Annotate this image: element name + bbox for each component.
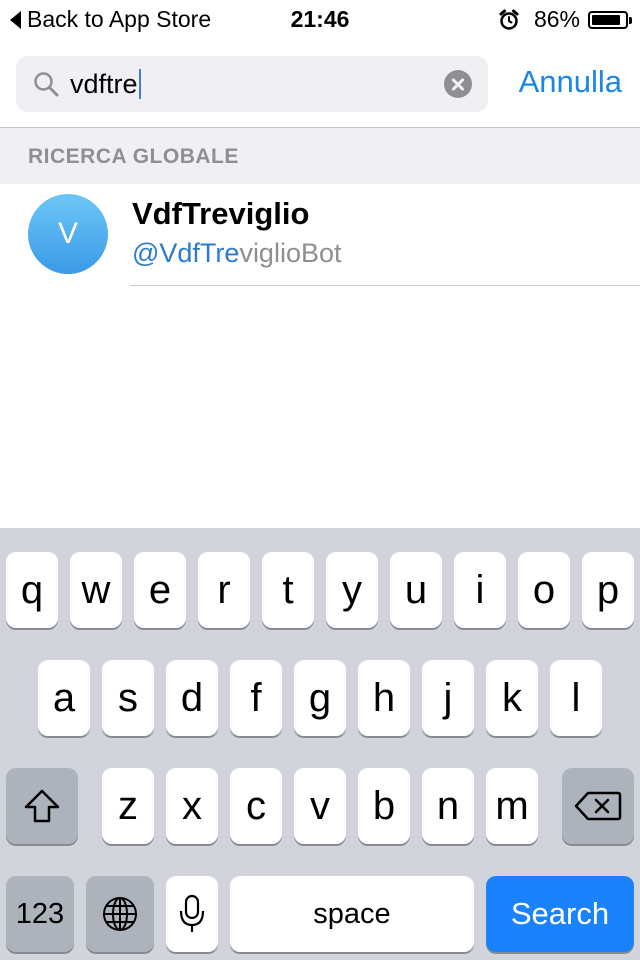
row-separator <box>130 285 640 286</box>
key-x[interactable]: x <box>166 768 218 844</box>
search-icon <box>32 70 60 103</box>
keyboard: q w e r t y u i o p a s d f g h j k l z … <box>0 528 640 960</box>
key-k[interactable]: k <box>486 660 538 736</box>
search-input[interactable]: vdftre <box>16 56 488 112</box>
globe-icon <box>103 897 137 931</box>
shift-key[interactable] <box>6 768 78 844</box>
search-result-row[interactable]: V VdfTreviglio @VdfTreviglioBot <box>0 184 640 286</box>
clear-search-icon[interactable] <box>444 70 472 98</box>
key-q[interactable]: q <box>6 552 58 628</box>
battery-fill <box>592 14 620 25</box>
backspace-key[interactable] <box>562 768 634 844</box>
key-m[interactable]: m <box>486 768 538 844</box>
key-z[interactable]: z <box>102 768 154 844</box>
key-e[interactable]: e <box>134 552 186 628</box>
key-p[interactable]: p <box>582 552 634 628</box>
key-f[interactable]: f <box>230 660 282 736</box>
key-t[interactable]: t <box>262 552 314 628</box>
key-n[interactable]: n <box>422 768 474 844</box>
space-key[interactable]: space <box>230 876 474 952</box>
key-c[interactable]: c <box>230 768 282 844</box>
numbers-key[interactable]: 123 <box>6 876 74 952</box>
key-w[interactable]: w <box>70 552 122 628</box>
key-y[interactable]: y <box>326 552 378 628</box>
battery-icon <box>588 10 632 29</box>
key-b[interactable]: b <box>358 768 410 844</box>
space-key-label: space <box>313 897 391 930</box>
search-bar: vdftre Annulla <box>0 40 640 128</box>
shift-arrow-icon <box>24 789 60 823</box>
cancel-button[interactable]: Annulla <box>519 64 622 100</box>
backspace-icon <box>574 791 622 821</box>
numbers-key-label: 123 <box>15 897 65 930</box>
username-rest: viglioBot <box>239 238 342 268</box>
section-title: RICERCA GLOBALE <box>28 145 239 168</box>
key-s[interactable]: s <box>102 660 154 736</box>
battery-percent: 86% <box>533 6 580 32</box>
search-key-label: Search <box>510 896 610 931</box>
key-u[interactable]: u <box>390 552 442 628</box>
key-j[interactable]: j <box>422 660 474 736</box>
key-i[interactable]: i <box>454 552 506 628</box>
section-header: RICERCA GLOBALE <box>0 128 640 184</box>
key-g[interactable]: g <box>294 660 346 736</box>
key-o[interactable]: o <box>518 552 570 628</box>
key-l[interactable]: l <box>550 660 602 736</box>
key-a[interactable]: a <box>38 660 90 736</box>
avatar: V <box>28 194 108 274</box>
key-h[interactable]: h <box>358 660 410 736</box>
key-r[interactable]: r <box>198 552 250 628</box>
dictation-key[interactable] <box>166 876 218 952</box>
result-username: @VdfTreviglioBot <box>132 238 342 269</box>
key-d[interactable]: d <box>166 660 218 736</box>
search-key[interactable]: Search <box>486 876 634 952</box>
microphone-icon <box>179 894 205 932</box>
alarm-clock-icon <box>498 9 520 31</box>
result-name: VdfTreviglio <box>132 196 310 231</box>
status-bar: Back to App Store 21:46 86% <box>0 0 640 40</box>
username-match: @VdfTre <box>132 238 240 268</box>
key-v[interactable]: v <box>294 768 346 844</box>
globe-key[interactable] <box>86 876 154 952</box>
search-query: vdftre <box>70 68 138 99</box>
text-caret <box>138 69 141 99</box>
